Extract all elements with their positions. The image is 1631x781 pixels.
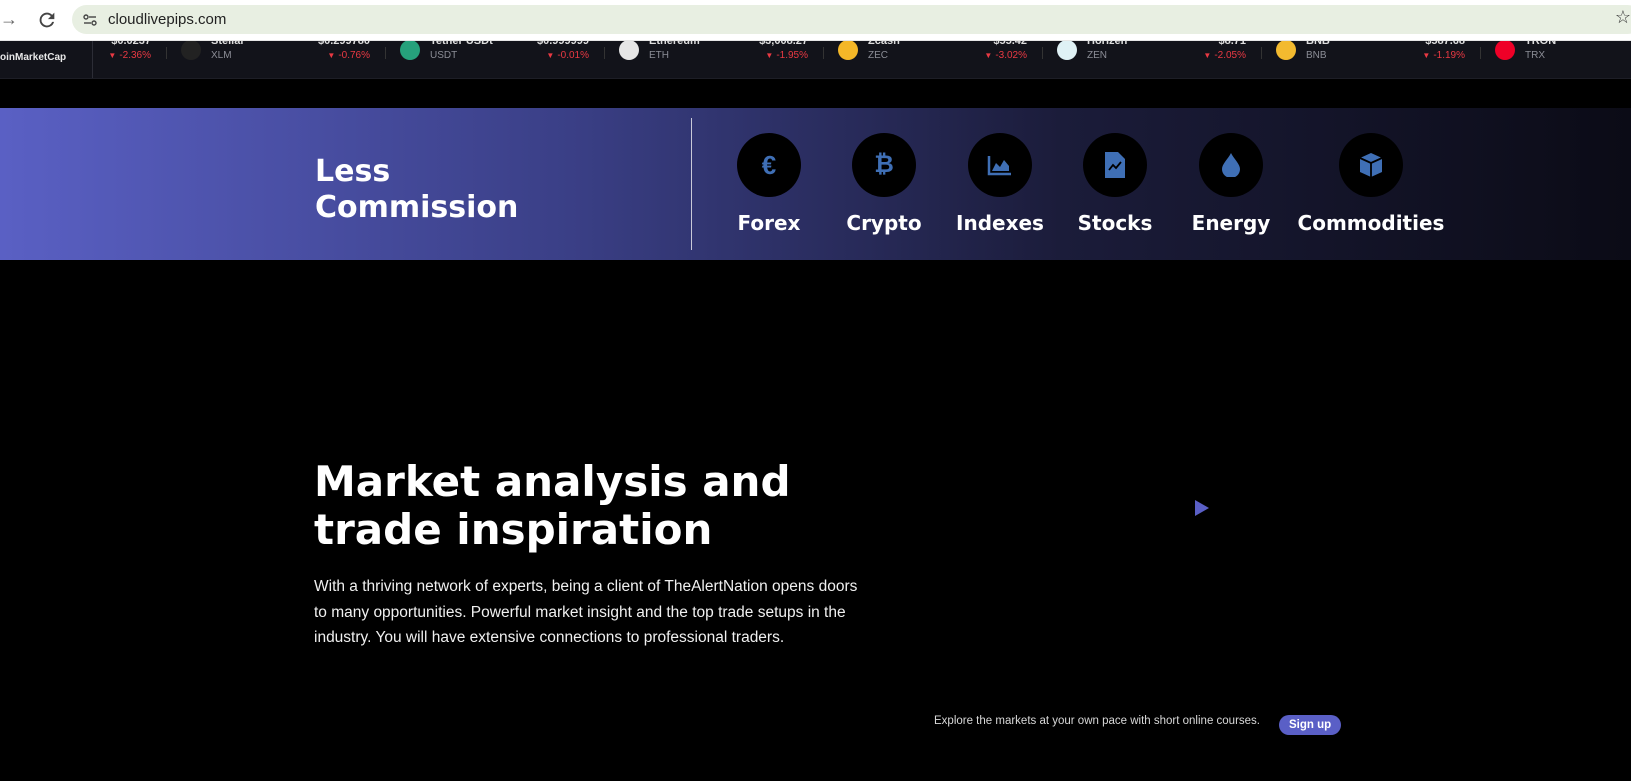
market-energy[interactable]: Energy bbox=[1166, 133, 1296, 235]
euro-icon: € bbox=[761, 149, 777, 180]
market-icon-circle bbox=[968, 133, 1032, 197]
coin-symbol: ZEC bbox=[868, 50, 888, 61]
coin-price: $0.999999 bbox=[537, 41, 589, 47]
coin-logo-icon bbox=[1057, 41, 1077, 60]
coin-symbol: ETH bbox=[649, 50, 669, 61]
explore-courses-text: Explore the markets at your own pace wit… bbox=[934, 715, 1260, 727]
coin-logo-icon bbox=[1276, 41, 1296, 60]
browser-toolbar: → cloudlivepips.com ☆ bbox=[0, 0, 1631, 41]
market-label: Crypto bbox=[846, 211, 922, 235]
coin-change: -0.01% bbox=[546, 50, 589, 61]
coin-price: $8.71 bbox=[1218, 41, 1246, 47]
area-chart-icon bbox=[987, 156, 1011, 176]
hero-title: Market analysis and trade inspiration bbox=[314, 457, 791, 554]
forward-arrow-icon[interactable]: → bbox=[0, 9, 20, 29]
coin-logo-icon bbox=[838, 41, 858, 60]
coin-logo-icon bbox=[181, 41, 201, 60]
coin-change: -0.76% bbox=[327, 50, 370, 61]
coin-logo-icon bbox=[400, 41, 420, 60]
ticker-item[interactable]: $0.0237 -2.36% bbox=[0, 41, 167, 78]
coin-symbol: XLM bbox=[211, 50, 232, 61]
coin-name: TRON bbox=[1525, 41, 1557, 47]
market-indexes[interactable]: Indexes bbox=[935, 133, 1065, 235]
coin-name: Horizen bbox=[1087, 41, 1128, 47]
banner-title: Less Commission bbox=[315, 154, 519, 225]
banner-divider bbox=[691, 118, 692, 250]
ticker-item[interactable]: BNB BNB $587.68 -1.19% bbox=[1262, 41, 1481, 78]
document-chart-icon bbox=[1105, 152, 1125, 178]
coin-symbol: ZEN bbox=[1087, 50, 1107, 61]
coin-change: -1.95% bbox=[765, 50, 808, 61]
coin-name: Zcash bbox=[868, 41, 900, 47]
market-icon-circle: € bbox=[737, 133, 801, 197]
coin-price: $587.68 bbox=[1425, 41, 1465, 47]
coin-logo-icon bbox=[1495, 41, 1515, 60]
market-icon-circle bbox=[1199, 133, 1263, 197]
ticker-item[interactable]: Horizen ZEN $8.71 -2.05% bbox=[1043, 41, 1262, 78]
hero-description: With a thriving network of experts, bein… bbox=[314, 578, 858, 646]
market-stocks[interactable]: Stocks bbox=[1050, 133, 1180, 235]
market-label: Indexes bbox=[956, 211, 1044, 235]
coin-symbol: BNB bbox=[1306, 50, 1327, 61]
coin-symbol: USDT bbox=[430, 50, 458, 61]
coin-price: $55.42 bbox=[993, 41, 1027, 47]
coin-change: -1.19% bbox=[1422, 50, 1465, 61]
coin-name: Ethereum bbox=[649, 41, 700, 47]
coin-price: $0.0237 bbox=[111, 41, 151, 47]
droplet-icon bbox=[1222, 153, 1240, 177]
coin-change: -2.36% bbox=[108, 50, 151, 61]
market-forex[interactable]: € Forex bbox=[704, 133, 834, 235]
market-icon-circle bbox=[1339, 133, 1403, 197]
market-crypto[interactable]: ₿ Crypto bbox=[819, 133, 949, 235]
ticker-item[interactable]: Ethereum ETH $3,008.27 -1.95% bbox=[605, 41, 824, 78]
reload-icon[interactable] bbox=[36, 9, 58, 31]
play-video-icon[interactable] bbox=[1194, 499, 1210, 517]
market-label: Energy bbox=[1191, 211, 1271, 235]
coin-name: Tether USDt bbox=[430, 41, 493, 47]
market-label: Stocks bbox=[1077, 211, 1153, 235]
cube-icon bbox=[1359, 153, 1383, 177]
coin-symbol: TRX bbox=[1525, 50, 1545, 61]
sign-up-button[interactable]: Sign up bbox=[1279, 715, 1342, 735]
market-commodities[interactable]: Commodities bbox=[1282, 133, 1460, 235]
site-info-icon[interactable] bbox=[82, 12, 98, 28]
market-label: Commodities bbox=[1297, 211, 1445, 235]
ticker-item[interactable]: TRON TRX bbox=[1481, 41, 1631, 78]
ticker-item[interactable]: Zcash ZEC $55.42 -3.02% bbox=[824, 41, 1043, 78]
bitcoin-icon: ₿ bbox=[874, 151, 894, 178]
coin-logo-icon bbox=[619, 41, 639, 60]
coin-name: Stellar bbox=[211, 41, 245, 47]
coin-price: $3,008.27 bbox=[759, 41, 808, 47]
url-text: cloudlivepips.com bbox=[108, 11, 227, 28]
coin-price: $0.299780 bbox=[318, 41, 370, 47]
market-icon-circle: ₿ bbox=[852, 133, 916, 197]
coin-change: -2.05% bbox=[1203, 50, 1246, 61]
market-label: Forex bbox=[737, 211, 801, 235]
ticker-item[interactable]: Tether USDt USDT $0.999999 -0.01% bbox=[386, 41, 605, 78]
bookmark-star-icon[interactable]: ☆ bbox=[1615, 8, 1631, 26]
coin-name: BNB bbox=[1306, 41, 1330, 47]
address-bar[interactable]: cloudlivepips.com bbox=[72, 5, 1631, 34]
commission-banner: Less Commission € Forex ₿ Crypto Indexes bbox=[0, 108, 1631, 260]
market-icon-circle bbox=[1083, 133, 1147, 197]
crypto-ticker: oinMarketCap $0.0237-2.36%StellarXLM$0.2… bbox=[0, 41, 1631, 79]
coin-change: -3.02% bbox=[984, 50, 1027, 61]
ticker-item[interactable]: Stellar XLM $0.299780 -0.76% bbox=[167, 41, 386, 78]
